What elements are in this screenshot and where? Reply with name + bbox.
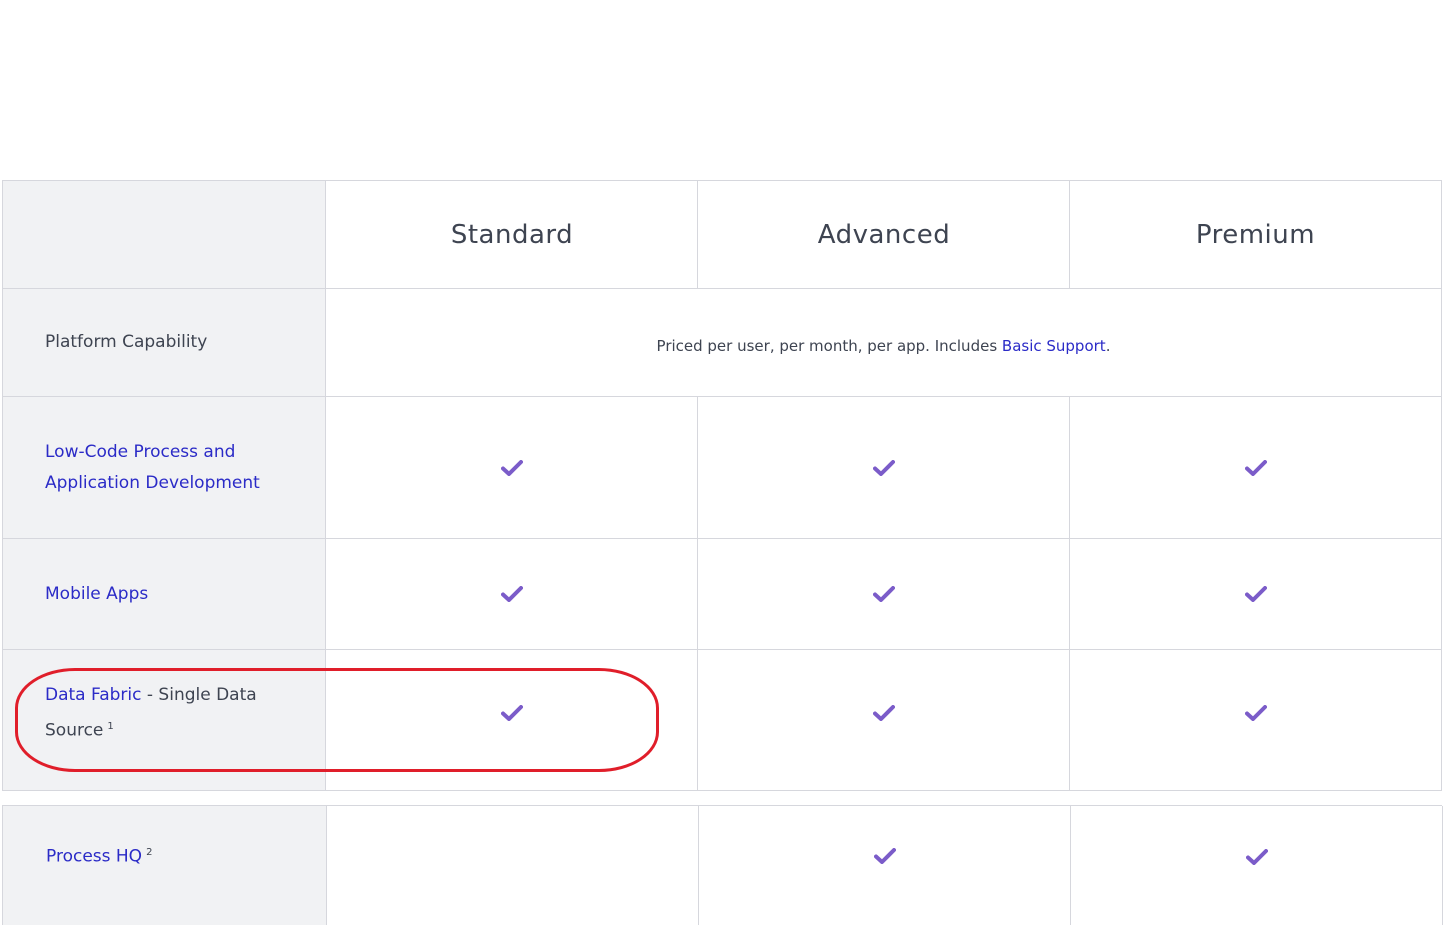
premium-check-cell (1069, 650, 1442, 790)
standard-check-cell (325, 397, 698, 538)
plan-name-premium: Premium (1195, 219, 1316, 250)
feature-label-cell: Mobile Apps (2, 539, 326, 649)
low-code-link[interactable]: Low-Code Process and Application Develop… (45, 442, 260, 493)
plan-name-standard: Standard (450, 219, 574, 250)
advanced-check-cell (697, 539, 1070, 649)
premium-check-cell (1069, 397, 1442, 538)
plan-header-advanced: Advanced (697, 181, 1070, 288)
feature-row-data-fabric: Data Fabric - Single Data Source 1 (2, 650, 1442, 791)
platform-capability-row: Platform Capability Priced per user, per… (2, 289, 1442, 397)
footnote-marker: 2 (146, 847, 153, 858)
standard-check-cell (325, 539, 698, 649)
feature-row-process-hq: Process HQ 2 (2, 805, 1443, 925)
check-icon (873, 705, 895, 721)
check-icon (1244, 586, 1267, 602)
table-gap (0, 791, 1447, 803)
process-hq-link[interactable]: Process HQ (46, 847, 142, 867)
pricing-note-cell: Priced per user, per month, per app. Inc… (325, 289, 1442, 396)
standard-check-cell (325, 650, 698, 790)
plan-header-premium: Premium (1069, 181, 1442, 288)
check-icon (1244, 459, 1267, 476)
pricing-note-text: Priced per user, per month, per app. Inc… (656, 336, 1002, 355)
check-icon (501, 459, 523, 476)
check-icon (873, 586, 895, 602)
mobile-apps-link[interactable]: Mobile Apps (45, 584, 148, 604)
check-icon (873, 459, 895, 476)
header-empty-cell (2, 181, 326, 288)
check-icon (501, 705, 523, 721)
feature-label: Low-Code Process and Application Develop… (45, 437, 285, 499)
footnote-marker: 1 (107, 721, 114, 732)
check-icon (1245, 849, 1268, 865)
feature-label-cell: Data Fabric - Single Data Source 1 (2, 650, 326, 790)
check-icon (501, 586, 523, 602)
feature-row-low-code: Low-Code Process and Application Develop… (2, 397, 1442, 539)
standard-empty-cell (326, 806, 699, 925)
plan-header-standard: Standard (325, 181, 698, 288)
basic-support-link[interactable]: Basic Support (1002, 337, 1106, 355)
feature-label: Process HQ 2 (46, 837, 152, 873)
premium-check-cell (1069, 539, 1442, 649)
advanced-check-cell (697, 650, 1070, 790)
feature-row-mobile-apps: Mobile Apps (2, 539, 1442, 650)
check-icon (874, 848, 896, 864)
pricing-note-period: . (1105, 336, 1111, 355)
platform-capability-label-cell: Platform Capability (2, 289, 326, 396)
feature-label: Mobile Apps (45, 579, 148, 610)
plan-header-row: Standard Advanced Premium (2, 180, 1442, 289)
advanced-check-cell (698, 806, 1071, 925)
feature-label-cell: Low-Code Process and Application Develop… (2, 397, 326, 538)
platform-capability-label: Platform Capability (45, 332, 208, 352)
feature-label: Data Fabric - Single Data Source 1 (45, 680, 285, 747)
check-icon (1244, 705, 1267, 721)
premium-check-cell (1070, 806, 1443, 925)
pricing-note: Priced per user, per month, per app. Inc… (657, 337, 1111, 355)
feature-label-cell: Process HQ 2 (2, 806, 326, 925)
plan-name-advanced: Advanced (817, 219, 951, 250)
data-fabric-link[interactable]: Data Fabric (45, 685, 141, 705)
advanced-check-cell (697, 397, 1070, 538)
